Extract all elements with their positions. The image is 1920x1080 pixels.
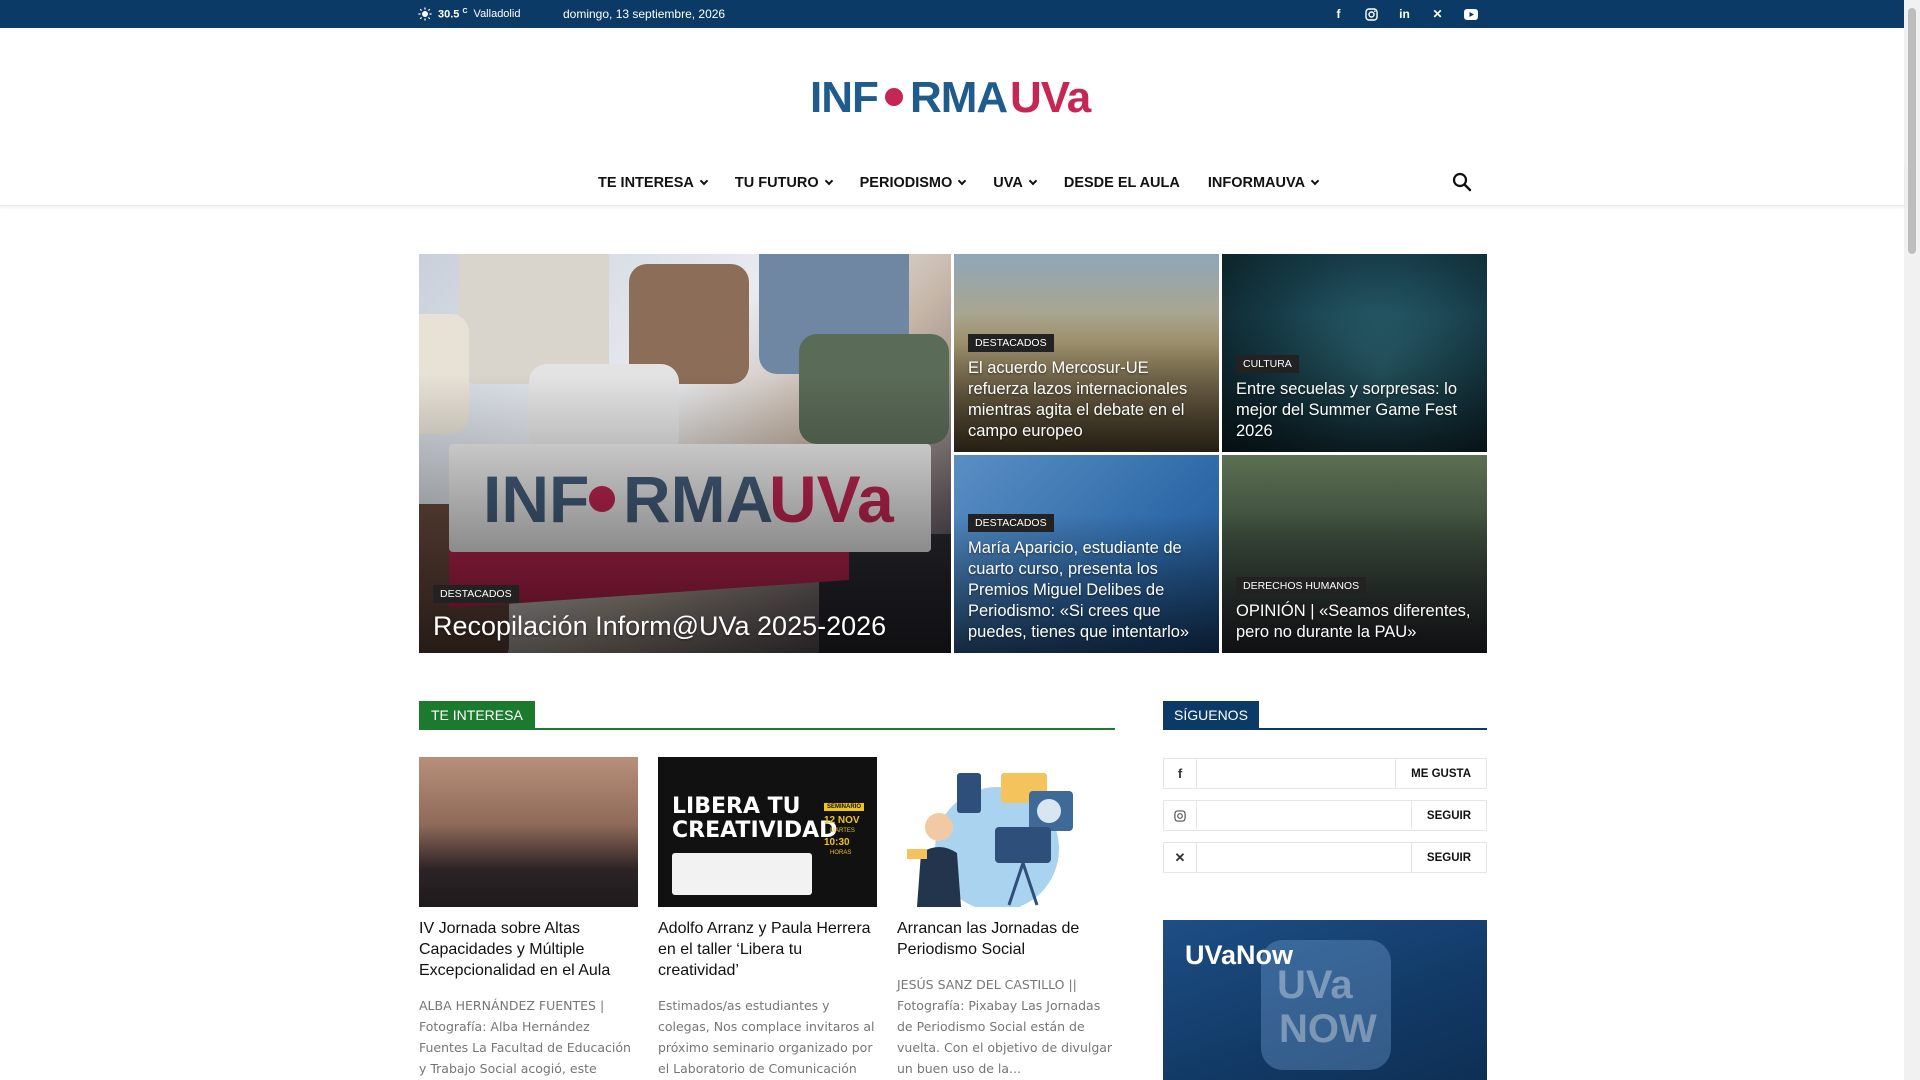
nav-item-informauva[interactable]: INFORMAUVA	[1194, 175, 1332, 191]
instagram-icon	[1164, 801, 1197, 830]
uvanow-title: UVaNow	[1185, 940, 1294, 970]
poster-line: LIBERA TU	[672, 794, 801, 819]
section-heading: TE INTERESA	[419, 701, 1115, 730]
article-title[interactable]: Arrancan las Jornadas de Periodismo Soci…	[897, 918, 1116, 960]
current-date: domingo, 13 septiembre, 2026	[563, 7, 726, 21]
nav-item-tu-futuro[interactable]: TU FUTURO	[721, 175, 846, 191]
svg-text:UVa: UVa	[1010, 73, 1092, 120]
chevron-down-icon	[1310, 176, 1320, 186]
chevron-down-icon	[958, 176, 967, 186]
article-excerpt: JESÚS SANZ DEL CASTILLO || Fotografía: P…	[897, 977, 1113, 1076]
temperature: 30.5 C	[438, 7, 468, 21]
youtube-icon[interactable]	[1462, 6, 1479, 23]
top-bar: 30.5 C Valladolid domingo, 13 septiembre…	[0, 0, 1904, 28]
nav-item-periodismo[interactable]: PERIODISMO	[846, 175, 980, 191]
poster-time: 10:30	[824, 837, 850, 848]
x-icon[interactable]: ✕	[1429, 6, 1446, 23]
article-card[interactable]: Arrancan las Jornadas de Periodismo Soci…	[897, 757, 1116, 1079]
article-title[interactable]: Recopilación Inform@UVa 2025-2026	[433, 609, 937, 643]
like-button[interactable]: ME GUSTA	[1395, 759, 1486, 788]
category-tag[interactable]: CULTURA	[1236, 355, 1299, 373]
featured-article[interactable]: DESTACADOS El acuerdo Mercosur-UE refuer…	[954, 254, 1219, 452]
weather-widget: 30.5 C Valladolid	[418, 0, 520, 28]
article-excerpt: ALBA HERNÁNDEZ FUENTES | Fotografía: Alb…	[419, 998, 631, 1076]
article-title[interactable]: María Aparicio, estudiante de cuarto cur…	[968, 538, 1205, 643]
featured-grid: INF RMA UVa DESTACADOS Recopilación Info…	[419, 254, 1487, 653]
scrollbar-thumb[interactable]	[1908, 8, 1916, 254]
article-thumbnail[interactable]	[419, 757, 638, 907]
poster-line: CREATIVIDAD	[672, 818, 838, 843]
article-title[interactable]: Adolfo Arranz y Paula Herrera en el tall…	[658, 918, 877, 981]
chevron-down-icon	[1028, 176, 1038, 186]
category-tag[interactable]: DESTACADOS	[433, 585, 519, 603]
article-title[interactable]: IV Jornada sobre Altas Capacidades y Múl…	[419, 918, 638, 981]
main-navigation: TE INTERESA TU FUTURO PERIODISMO UVA DES…	[0, 160, 1904, 206]
chevron-down-icon	[699, 176, 709, 186]
featured-article[interactable]: DESTACADOS María Aparicio, estudiante de…	[954, 455, 1219, 653]
facebook-icon[interactable]: f	[1330, 6, 1347, 23]
follow-button[interactable]: SEGUIR	[1410, 801, 1486, 830]
category-tag[interactable]: DERECHOS HUMANOS	[1236, 577, 1367, 595]
x-icon: ✕	[1164, 843, 1197, 872]
section-title[interactable]: TE INTERESA	[419, 701, 535, 730]
follow-button[interactable]: SEGUIR	[1410, 843, 1486, 872]
follow-instagram: SEGUIR	[1163, 800, 1487, 831]
article-title[interactable]: El acuerdo Mercosur-UE refuerza lazos in…	[968, 358, 1205, 442]
page-scrollbar[interactable]	[1904, 0, 1920, 1080]
poster-hours: HORAS	[830, 850, 852, 856]
instagram-icon[interactable]	[1363, 6, 1380, 23]
svg-text:INF: INF	[810, 73, 878, 120]
poster-day: MARTES	[830, 828, 855, 834]
article-title[interactable]: Entre secuelas y sorpresas: lo mejor del…	[1236, 379, 1473, 442]
featured-article[interactable]: DERECHOS HUMANOS OPINIÓN | «Seamos difer…	[1222, 455, 1487, 653]
article-excerpt: Estimados/as estudiantes y colegas, Nos …	[658, 998, 875, 1076]
article-title[interactable]: OPINIÓN | «Seamos diferentes, pero no du…	[1236, 601, 1473, 643]
nav-item-desde-el-aula[interactable]: DESDE EL AULA	[1050, 175, 1194, 191]
search-icon[interactable]	[1451, 170, 1473, 194]
linkedin-icon[interactable]: in	[1396, 6, 1413, 23]
article-thumbnail[interactable]: LIBERA TU CREATIVIDAD SEMINARIO 12 NOV M…	[658, 757, 877, 907]
article-card[interactable]: LIBERA TU CREATIVIDAD SEMINARIO 12 NOV M…	[658, 757, 877, 1079]
nav-item-uva[interactable]: UVA	[979, 175, 1050, 191]
facebook-icon: f	[1164, 759, 1197, 788]
sidebar-heading: SÍGUENOS	[1163, 701, 1487, 730]
nav-item-te-interesa[interactable]: TE INTERESA	[584, 175, 721, 191]
category-tag[interactable]: DESTACADOS	[968, 334, 1054, 352]
svg-text:NOW: NOW	[1279, 1007, 1377, 1051]
city-label: Valladolid	[473, 8, 521, 20]
article-thumbnail[interactable]	[897, 757, 1116, 907]
poster-badge: SEMINARIO	[824, 803, 865, 811]
sidebar-title: SÍGUENOS	[1163, 701, 1259, 730]
svg-text:RMA: RMA	[910, 73, 1007, 120]
follow-x: ✕ SEGUIR	[1163, 842, 1487, 873]
poster-date: 12 NOV	[824, 815, 860, 826]
uvanow-widget[interactable]: UVa NOW UVaNow	[1163, 920, 1487, 1080]
sun-icon	[418, 7, 432, 21]
follow-facebook: f ME GUSTA	[1163, 758, 1487, 789]
featured-main-article[interactable]: INF RMA UVa DESTACADOS Recopilación Info…	[419, 254, 951, 653]
site-logo[interactable]: INF RMA UVa	[810, 70, 1096, 120]
category-tag[interactable]: DESTACADOS	[968, 514, 1054, 532]
featured-article[interactable]: CULTURA Entre secuelas y sorpresas: lo m…	[1222, 254, 1487, 452]
chevron-down-icon	[824, 176, 833, 186]
article-card[interactable]: IV Jornada sobre Altas Capacidades y Múl…	[419, 757, 638, 1080]
social-links: f in ✕	[1330, 0, 1479, 28]
